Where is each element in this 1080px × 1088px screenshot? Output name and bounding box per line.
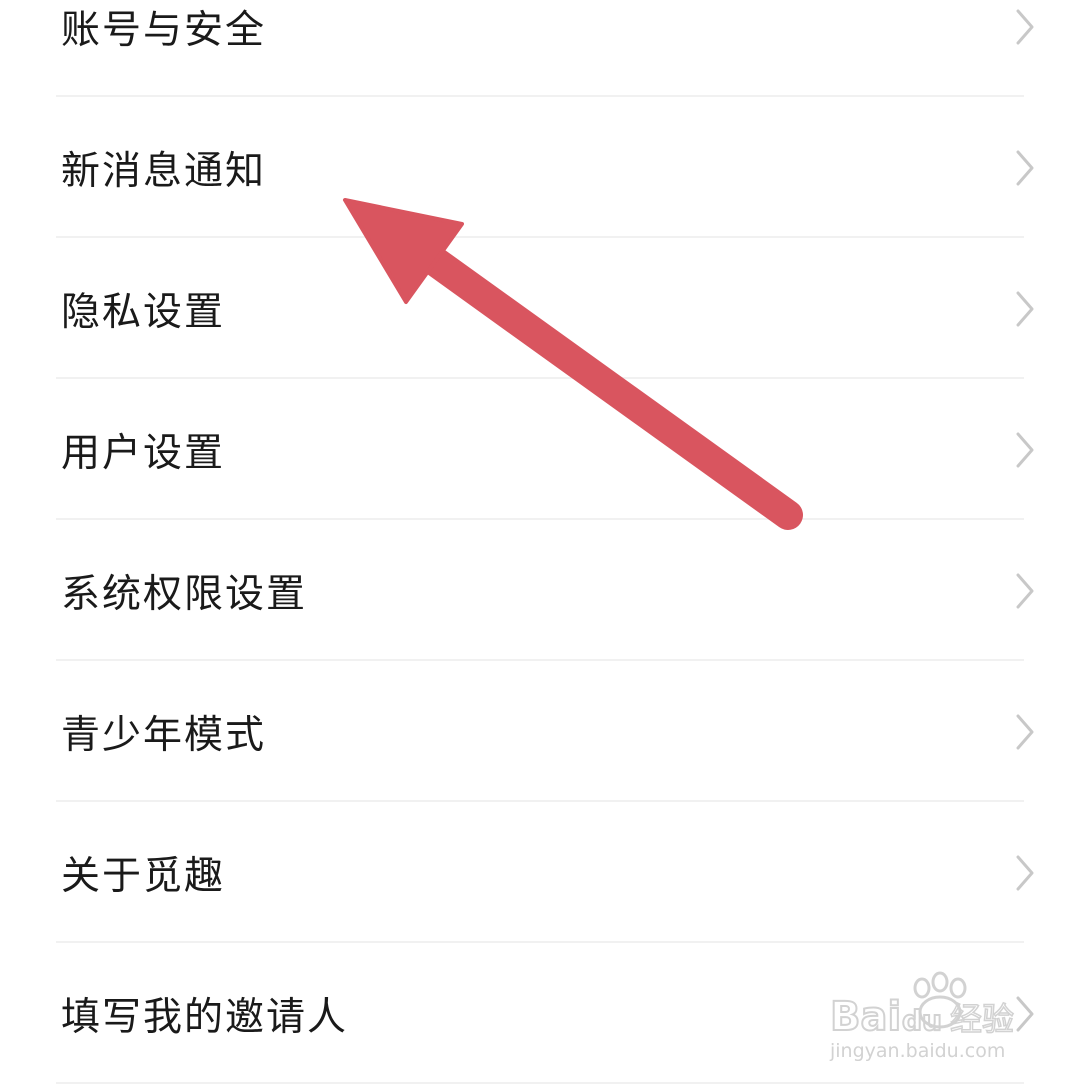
settings-item-teen-mode[interactable]: 青少年模式 [0,661,1080,802]
watermark-url: jingyan.baidu.com [830,1040,1006,1062]
settings-item-label: 隐私设置 [61,289,226,335]
settings-list: 账号与安全 新消息通知 隐私设置 用户设置 系统权限设置 青少年模式 关于觅趣 … [0,0,1080,1088]
settings-item-new-message-notification[interactable]: 新消息通知 [0,97,1080,238]
chevron-right-icon [1016,855,1034,890]
settings-item-user[interactable]: 用户设置 [0,379,1080,520]
chevron-right-icon [1016,714,1034,749]
row-divider [56,1082,1024,1084]
chevron-right-icon [1016,9,1034,44]
settings-item-system-permissions[interactable]: 系统权限设置 [0,520,1080,661]
settings-item-label: 用户设置 [61,430,226,476]
settings-item-inviter[interactable]: 填写我的邀请人 [0,943,1080,1084]
settings-item-label: 青少年模式 [61,712,267,758]
settings-item-account-security[interactable]: 账号与安全 [0,0,1080,97]
chevron-right-icon [1016,432,1034,467]
settings-item-label: 填写我的邀请人 [61,994,349,1040]
settings-item-label: 系统权限设置 [61,571,308,617]
chevron-right-icon [1016,573,1034,608]
chevron-right-icon [1016,291,1034,326]
chevron-right-icon [1016,150,1034,185]
settings-item-label: 关于觅趣 [61,853,226,899]
settings-item-label: 账号与安全 [61,7,267,53]
settings-item-about[interactable]: 关于觅趣 [0,802,1080,943]
chevron-right-icon [1016,996,1034,1031]
settings-item-label: 新消息通知 [61,148,267,194]
settings-item-privacy[interactable]: 隐私设置 [0,238,1080,379]
